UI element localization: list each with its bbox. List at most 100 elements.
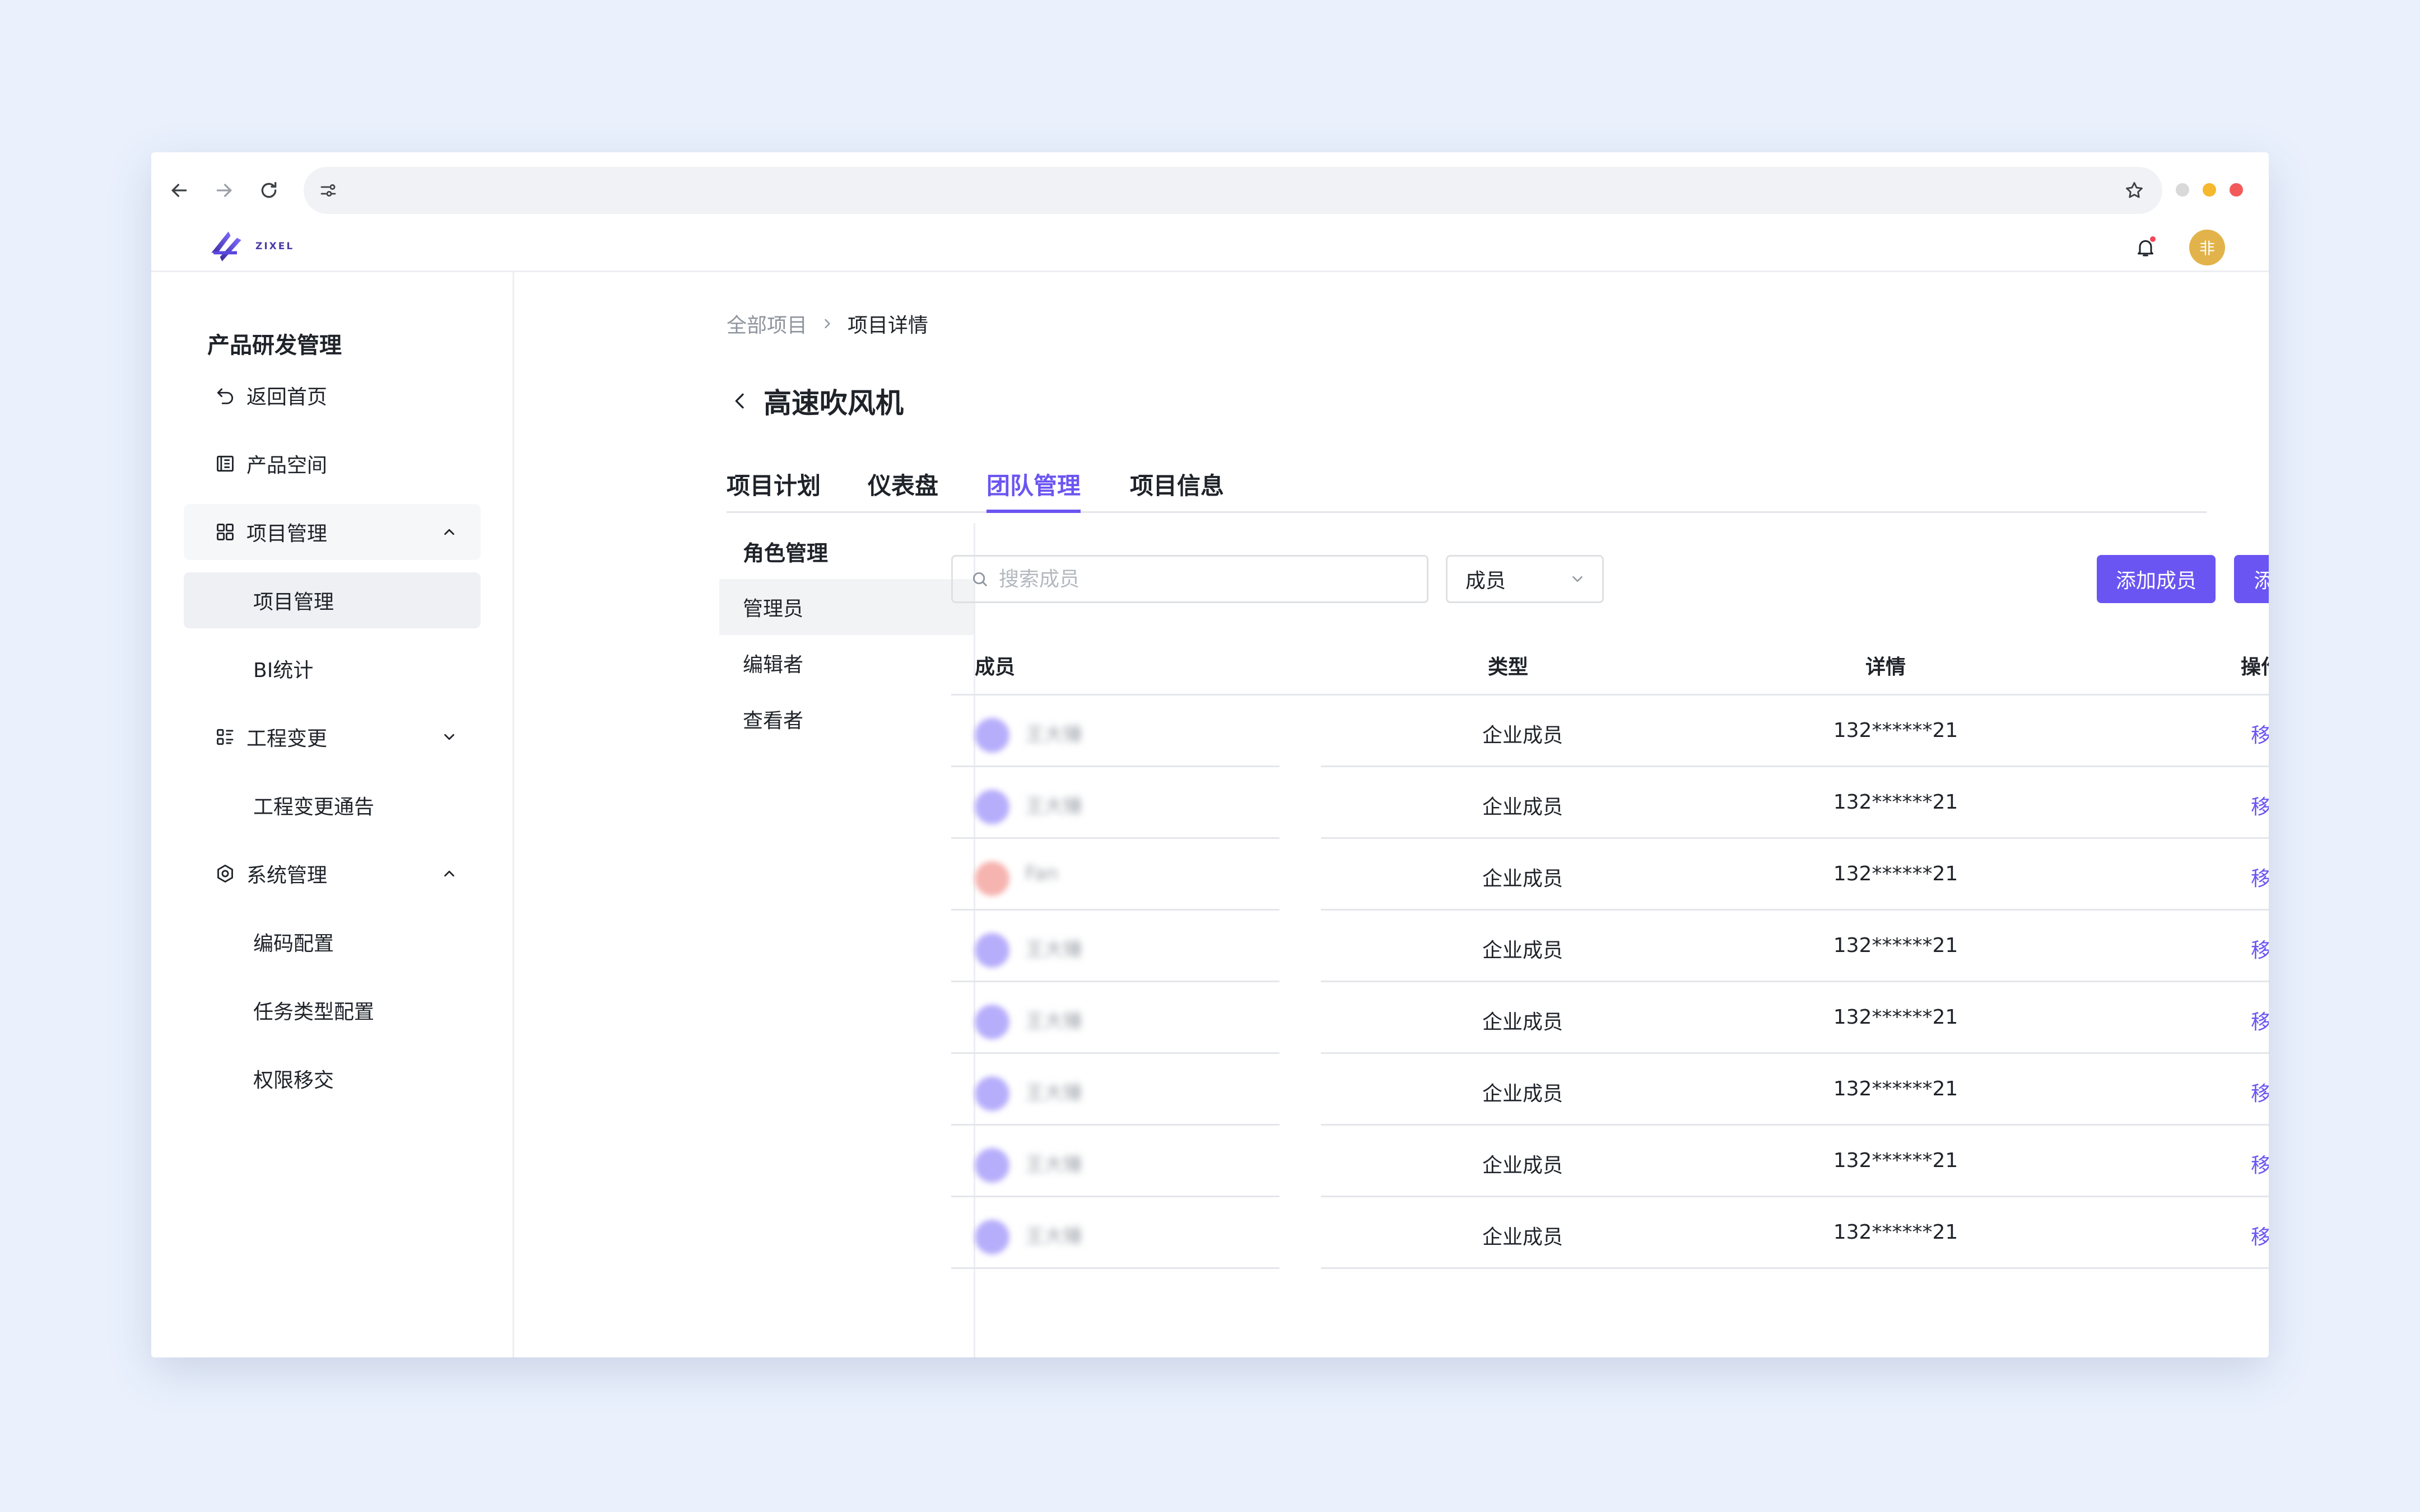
window-minimize-dot[interactable] <box>2176 183 2189 197</box>
tab-dashboard[interactable]: 仪表盘 <box>868 467 938 513</box>
sidebar-item-bi-stats[interactable]: BI统计 <box>184 641 481 697</box>
member-avatar <box>975 861 1009 896</box>
zixel-logo[interactable]: ZIXEL <box>205 225 295 268</box>
window-maximize-dot[interactable] <box>2203 183 2216 197</box>
grid-icon <box>212 519 239 545</box>
member-avatar <box>975 1005 1009 1039</box>
search-input[interactable] <box>999 567 1402 591</box>
role-panel-title: 角色管理 <box>743 540 829 566</box>
sidebar-item-project-management-sub[interactable]: 项目管理 <box>184 572 481 628</box>
add-member-button[interactable]: 添加成员 <box>2097 555 2216 603</box>
chevron-right-icon <box>817 314 837 334</box>
member-cell: 王大锤 <box>951 767 1279 839</box>
add-user-group-button[interactable]: 添加用户组 <box>2234 555 2269 603</box>
member-name: 王大锤 <box>1025 1010 1082 1033</box>
sidebar-item-home[interactable]: 返回首页 <box>184 367 481 423</box>
sidebar-item-engineering-change[interactable]: 工程变更 <box>184 709 481 765</box>
bookmark-star-icon[interactable] <box>2118 174 2151 207</box>
remove-link[interactable]: 移除 <box>2251 1006 2269 1035</box>
sidebar-item-label: 任务类型配置 <box>253 1001 375 1024</box>
member-cell: 王大锤 <box>951 1126 1279 1197</box>
member-name: 王大锤 <box>1025 939 1082 961</box>
table-row: 王大锤 企业成员 132******21 移除 <box>951 982 2269 1054</box>
sidebar-item-permission-transfer[interactable]: 权限移交 <box>184 1051 481 1107</box>
sidebar-item-product-space[interactable]: 产品空间 <box>184 436 481 492</box>
table-row: 王大锤 企业成员 132******21 移除 <box>951 911 2269 982</box>
remove-link[interactable]: 移除 <box>2251 719 2269 748</box>
member-cell: 王大锤 <box>951 1054 1279 1126</box>
row-cells: 企业成员 132******21 移除 <box>1321 982 2269 1054</box>
remove-link[interactable]: 移除 <box>2251 862 2269 892</box>
member-avatar <box>975 790 1009 824</box>
member-cell: Fan <box>951 839 1279 911</box>
app-header: ZIXEL 非 <box>151 224 2269 272</box>
tab-team-management[interactable]: 团队管理 <box>986 467 1081 513</box>
forward-arrow-icon[interactable] <box>207 174 241 207</box>
member-name: 王大锤 <box>1025 1082 1082 1104</box>
sidebar-item-project-management[interactable]: 项目管理 <box>184 504 481 560</box>
role-item-viewer[interactable]: 查看者 <box>719 691 974 747</box>
remove-link[interactable]: 移除 <box>2251 1149 2269 1178</box>
member-avatar <box>975 718 1009 753</box>
sidebar-item-label: 返回首页 <box>246 386 328 409</box>
remove-link[interactable]: 移除 <box>2251 791 2269 820</box>
tab-project-info[interactable]: 项目信息 <box>1130 467 1224 513</box>
table-row: 王大锤 企业成员 132******21 移除 <box>951 1054 2269 1126</box>
member-name: Fan <box>1025 862 1058 885</box>
member-type: 企业成员 <box>1482 939 1563 962</box>
row-cells: 企业成员 132******21 移除 <box>1321 1197 2269 1269</box>
back-chevron-icon[interactable] <box>727 388 753 414</box>
reload-icon[interactable] <box>252 174 286 207</box>
row-cells: 企业成员 132******21 移除 <box>1321 1054 2269 1126</box>
chevron-up-icon[interactable] <box>438 862 460 885</box>
logo-text: ZIXEL <box>255 241 295 252</box>
sidebar-item-task-type-config[interactable]: 任务类型配置 <box>184 982 481 1038</box>
user-avatar[interactable]: 非 <box>2189 230 2225 265</box>
sidebar-item-engineering-change-notice[interactable]: 工程变更通告 <box>184 777 481 833</box>
column-header-type: 类型 <box>1488 656 1529 679</box>
member-search <box>951 555 1428 603</box>
member-avatar <box>975 1076 1009 1111</box>
sidebar-item-label: 产品空间 <box>246 454 328 477</box>
member-detail: 132******21 <box>1833 1221 1958 1244</box>
list-icon <box>212 724 239 750</box>
member-type: 企业成员 <box>1482 1226 1563 1249</box>
member-type-select[interactable]: 成员 <box>1446 555 1604 603</box>
row-cells: 企业成员 132******21 移除 <box>1321 1126 2269 1197</box>
bell-icon[interactable] <box>2130 232 2161 263</box>
site-settings-icon[interactable] <box>311 174 345 207</box>
member-type: 企业成员 <box>1482 796 1563 819</box>
member-avatar <box>975 1148 1009 1183</box>
member-detail: 132******21 <box>1833 934 1958 957</box>
role-item-editor[interactable]: 编辑者 <box>719 635 974 691</box>
sidebar-item-label: 权限移交 <box>253 1069 334 1092</box>
back-arrow-icon[interactable] <box>162 174 196 207</box>
role-item-admin[interactable]: 管理员 <box>719 579 974 635</box>
member-detail: 132******21 <box>1833 791 1958 814</box>
breadcrumb-root-link[interactable]: 全部项目 <box>727 309 807 338</box>
tab-bar: 项目计划 仪表盘 团队管理 项目信息 <box>727 461 2207 513</box>
row-cells: 企业成员 132******21 移除 <box>1321 767 2269 839</box>
member-table: 成员 类型 详情 操作 王大锤企业成员132******21移除王大锤企业成员1… <box>951 631 2269 1269</box>
browser-toolbar <box>151 152 2269 224</box>
sidebar-item-code-config[interactable]: 编码配置 <box>184 914 481 970</box>
chevron-down-icon[interactable] <box>438 726 460 748</box>
member-cell: 王大锤 <box>951 696 1279 767</box>
window-close-dot[interactable] <box>2230 183 2243 197</box>
remove-link[interactable]: 移除 <box>2251 1077 2269 1107</box>
member-type: 企业成员 <box>1482 1082 1563 1105</box>
chevron-up-icon[interactable] <box>438 521 460 543</box>
sidebar-title: 产品研发管理 <box>207 333 342 358</box>
remove-link[interactable]: 移除 <box>2251 1221 2269 1250</box>
sidebar-item-system-management[interactable]: 系统管理 <box>184 846 481 902</box>
address-bar[interactable] <box>304 167 2162 214</box>
main-content: 全部项目 项目详情 高速吹风机 项目计划 仪表盘 团队管理 项目信息 角色管理 … <box>516 272 2269 1357</box>
column-header-detail: 详情 <box>1865 656 1906 679</box>
sidebar-item-label: 工程变更 <box>246 727 328 750</box>
member-avatar <box>975 933 1009 968</box>
tab-project-plan[interactable]: 项目计划 <box>727 467 821 513</box>
member-type: 企业成员 <box>1482 1011 1563 1034</box>
notification-dot <box>2150 236 2156 242</box>
remove-link[interactable]: 移除 <box>2251 934 2269 963</box>
table-body: 王大锤企业成员132******21移除王大锤企业成员132******21移除… <box>951 696 2269 1269</box>
